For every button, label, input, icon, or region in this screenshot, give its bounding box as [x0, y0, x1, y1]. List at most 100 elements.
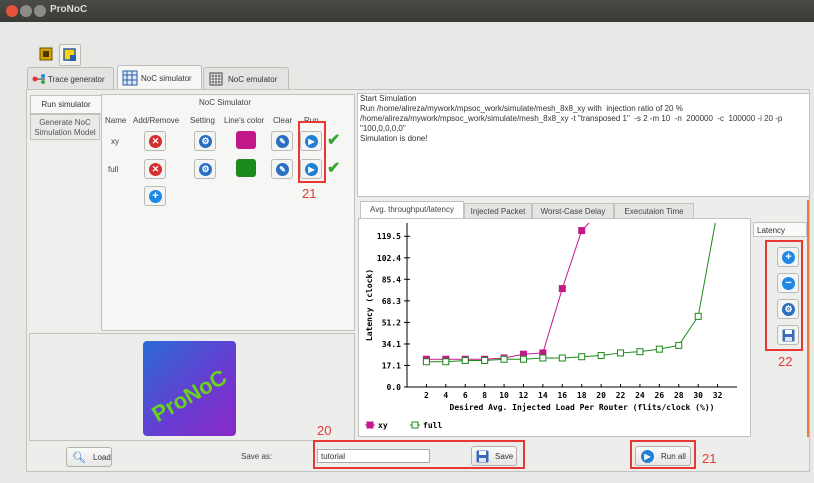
side-tab-run-simulator[interactable]: Run simulator — [30, 95, 102, 114]
y-axis-label: Latency (clock) — [365, 269, 374, 341]
x-tick-label: 20 — [596, 391, 606, 400]
remove-icon: ✕ — [149, 163, 162, 176]
broom-icon: ✎ — [276, 163, 289, 176]
chart-panel: 0.0 17.1 34.1 51.2 68.3 85.4 102.4 119.5 2 4 6 8 10 1… — [358, 218, 751, 437]
y-tick-label: 0.0 — [387, 383, 402, 392]
data-point-full — [481, 357, 489, 365]
y-tick-label: 102.4 — [377, 254, 401, 263]
series-xy — [422, 223, 590, 363]
check-icon-xy: ✔ — [327, 132, 341, 149]
board-icon — [63, 48, 76, 61]
y-tick-label: 34.1 — [382, 340, 401, 349]
noc-simulator-title: NoC Simulator — [199, 98, 252, 107]
line-color-xy-button[interactable] — [236, 131, 256, 149]
tab-noc-simulator[interactable]: NoC simulator — [117, 65, 202, 90]
tab-noc-emulator[interactable]: NoC emulator — [203, 67, 289, 90]
row-name-full: full — [108, 165, 119, 174]
series-line-xy — [426, 223, 590, 360]
data-point-full — [694, 312, 702, 320]
annotation-22: 22 — [778, 354, 793, 369]
remove-full-button[interactable]: ✕ — [144, 159, 166, 179]
x-tick-label: 4 — [443, 391, 448, 400]
chart-tab-execution-time[interactable]: Executaion Time — [614, 203, 694, 219]
title-bar: ProNoC — [0, 0, 814, 22]
header-add-remove: Add/Remove — [133, 116, 180, 125]
x-tick-label: 2 — [424, 391, 429, 400]
broom-icon: ✎ — [276, 135, 289, 148]
highlight-chart-tools — [765, 240, 803, 351]
x-tick-label: 8 — [482, 391, 487, 400]
logo-text: ProNoC — [147, 364, 231, 427]
data-point-full — [655, 345, 663, 353]
highlight-save — [313, 440, 525, 469]
side-tab-generate-model[interactable]: Generate NoC Simulation Model — [30, 114, 100, 140]
data-point-full — [442, 358, 450, 366]
emulator-tool-button[interactable] — [59, 44, 81, 66]
side-tab-generate-model-label: Generate NoC Simulation Model — [34, 118, 96, 137]
emulator-icon — [209, 72, 223, 86]
x-tick-label: 14 — [538, 391, 548, 400]
log-line: /home/alireza/mywork/mpsoc_work/simulate… — [360, 114, 785, 133]
chip-icon — [39, 47, 53, 61]
x-tick-label: 32 — [713, 391, 723, 400]
chart-divider — [807, 200, 809, 437]
data-point-full — [597, 351, 605, 359]
data-point-full — [675, 341, 683, 349]
add-row-button[interactable]: + — [144, 186, 166, 206]
data-point-full — [617, 349, 625, 357]
y-tick-label: 17.1 — [382, 361, 401, 370]
line-color-full-button[interactable] — [236, 159, 256, 177]
close-window-button[interactable] — [6, 5, 18, 17]
highlight-run-column — [298, 121, 326, 183]
clear-xy-button[interactable]: ✎ — [271, 131, 293, 151]
setting-full-button[interactable]: ⚙ — [194, 159, 216, 179]
data-point-full — [461, 357, 469, 365]
data-point-full — [500, 355, 508, 363]
trace-icon — [32, 74, 45, 84]
data-point-full — [422, 358, 430, 366]
minimize-window-button[interactable] — [20, 5, 32, 17]
chart-tab-injected-label: Injected Packet — [470, 207, 526, 216]
side-tab-area — [29, 141, 100, 329]
plus-icon: + — [149, 190, 162, 203]
x-tick-label: 6 — [463, 391, 468, 400]
row-name-xy: xy — [111, 137, 119, 146]
chip-tool-button[interactable] — [36, 44, 56, 64]
pronoc-logo: ProNoC — [143, 341, 236, 436]
gear-icon: ⚙ — [199, 135, 212, 148]
y-tick-label: 119.5 — [377, 232, 401, 241]
clear-full-button[interactable]: ✎ — [271, 159, 293, 179]
remove-icon: ✕ — [149, 135, 162, 148]
chart-tab-worst-case[interactable]: Worst-Case Delay — [532, 203, 614, 219]
maximize-window-button[interactable] — [34, 5, 46, 17]
data-point-full — [519, 355, 527, 363]
y-tick-label: 85.4 — [382, 275, 401, 284]
legend-label-full: full — [423, 421, 442, 430]
legend-marker-xy — [366, 421, 374, 429]
magnifier-icon: 🔍︎ — [72, 452, 86, 464]
chart-type-dropdown-label: Latency — [757, 226, 786, 235]
log-line: Run /home/alireza/mywork/mpsoc_work/simu… — [360, 104, 683, 113]
tab-trace-generator[interactable]: Trace generator — [27, 67, 114, 90]
series-line-full — [426, 223, 716, 363]
chart-tab-worst-case-label: Worst-Case Delay — [540, 207, 606, 216]
window-title: ProNoC — [50, 4, 88, 15]
load-button[interactable]: 🔍︎ Load — [66, 447, 112, 467]
annotation-20: 20 — [317, 423, 332, 438]
chart-tab-throughput[interactable]: Avg. throughput/latency — [360, 201, 464, 219]
setting-xy-button[interactable]: ⚙ — [194, 131, 216, 151]
chart-tab-throughput-label: Avg. throughput/latency — [370, 205, 454, 214]
load-button-label: Load — [93, 453, 111, 462]
chart-tab-injected-packet[interactable]: Injected Packet — [464, 203, 532, 219]
remove-xy-button[interactable]: ✕ — [144, 131, 166, 151]
header-line-color: Line's color — [224, 116, 265, 125]
x-tick-label: 26 — [655, 391, 665, 400]
chart-type-dropdown[interactable]: Latency — [753, 222, 807, 237]
gear-icon: ⚙ — [199, 163, 212, 176]
x-tick-label: 30 — [693, 391, 703, 400]
x-axis-label: Desired Avg. Injected Load Per Router (f… — [450, 402, 715, 412]
legend-label-xy: xy — [378, 421, 388, 430]
data-point-xy — [558, 285, 566, 293]
series-full — [422, 223, 716, 366]
x-tick-label: 10 — [499, 391, 509, 400]
